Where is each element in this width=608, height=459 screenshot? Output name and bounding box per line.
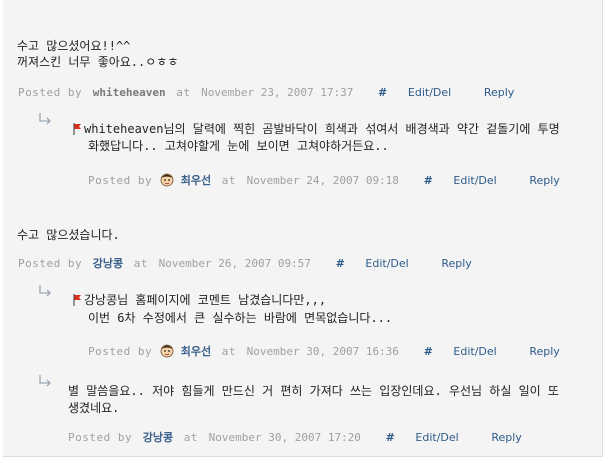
reply-text-line: 별 말씀을요.. 저야 힘들게 만드신 거 편히 가져다 쓰는 입장인데요. 우… (68, 384, 559, 398)
posted-by-label: Posted by (18, 257, 83, 270)
reply-meta: Posted by 최우선 at November 30, 2007 16:36… (88, 342, 560, 359)
edit-del-link[interactable]: Edit/Del (453, 174, 496, 187)
comment-date: November 30, 2007 16:36 (246, 345, 399, 358)
permalink-link[interactable]: # (424, 345, 433, 358)
reply-link[interactable]: Reply (529, 345, 559, 358)
edit-del-link[interactable]: Edit/Del (408, 86, 451, 99)
comment-author[interactable]: 강낭콩 (93, 257, 123, 270)
at-label: at (176, 86, 191, 99)
comment-meta: Posted by whiteheaven at November 23, 20… (18, 86, 514, 100)
comment-author[interactable]: whiteheaven (93, 86, 166, 99)
comment-date: November 24, 2007 09:18 (246, 174, 399, 187)
posted-by-label: Posted by (68, 431, 133, 444)
reply-link[interactable]: Reply (491, 431, 521, 444)
reply-text-line: 강낭콩님 홈페이지에 코멘트 남겼습니다만,,, (73, 292, 326, 308)
posted-by-label: Posted by (88, 345, 153, 358)
reply-link[interactable]: Reply (484, 86, 514, 99)
comment-date: November 30, 2007 17:20 (208, 431, 361, 444)
avatar (160, 173, 174, 187)
flag-icon (73, 294, 81, 306)
comment-meta: Posted by 강낭콩 at November 26, 2007 09:57… (18, 257, 472, 271)
comment-date: November 23, 2007 17:37 (201, 86, 354, 99)
comment-author[interactable]: 강낭콩 (143, 431, 173, 444)
reply-meta: Posted by 강낭콩 at November 30, 2007 17:20… (68, 431, 522, 445)
reply-text-line: 이번 6차 수정에서 큰 실수하는 바람에 면목없습니다... (88, 311, 393, 325)
edit-del-link[interactable]: Edit/Del (415, 431, 458, 444)
reply-link[interactable]: Reply (529, 174, 559, 187)
reply-text-line: 화했답니다.. 고쳐야할게 눈에 보이면 고쳐야하거든요.. (88, 139, 389, 153)
permalink-link[interactable]: # (336, 257, 345, 270)
comment-text-line: 수고 많으셨어요!!^^ (17, 39, 131, 53)
avatar (160, 344, 174, 358)
at-label: at (221, 174, 236, 187)
edit-del-link[interactable]: Edit/Del (365, 257, 408, 270)
comment-text-line: 수고 많으셨습니다. (17, 228, 120, 242)
comment-author[interactable]: 최우선 (181, 174, 211, 187)
comment-author[interactable]: 최우선 (181, 345, 211, 358)
reply-arrow-icon (39, 113, 51, 125)
posted-by-label: Posted by (18, 86, 83, 99)
comment-text-line: 꺼져스킨 너무 좋아요..ㅇㅎㅎ (17, 55, 179, 69)
at-label: at (221, 345, 236, 358)
posted-by-label: Posted by (88, 174, 153, 187)
permalink-link[interactable]: # (378, 86, 387, 99)
flag-icon (73, 123, 81, 135)
comment-date: November 26, 2007 09:57 (158, 257, 311, 270)
reply-link[interactable]: Reply (441, 257, 471, 270)
reply-meta: Posted by 최우선 at November 24, 2007 09:18… (88, 171, 560, 188)
edit-del-link[interactable]: Edit/Del (453, 345, 496, 358)
reply-arrow-icon (39, 375, 51, 387)
at-label: at (183, 431, 198, 444)
permalink-link[interactable]: # (386, 431, 395, 444)
reply-text-line: 생겼네요. (68, 401, 120, 415)
reply-text-line: whiteheaven님의 달력에 찍힌 곰발바닥이 희색과 섞여서 배경색과 … (73, 121, 560, 137)
at-label: at (133, 257, 148, 270)
reply-arrow-icon (39, 285, 51, 297)
permalink-link[interactable]: # (424, 174, 433, 187)
